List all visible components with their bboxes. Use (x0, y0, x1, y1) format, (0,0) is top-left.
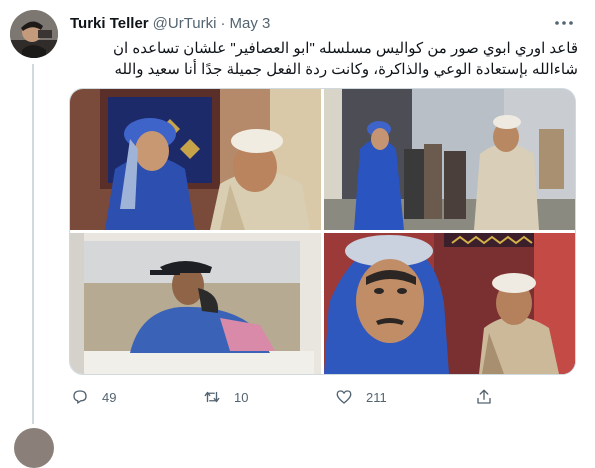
thread-connector-line (32, 64, 34, 424)
more-options-icon[interactable] (553, 13, 575, 33)
tweet-header: Turki Teller @UrTurki · May 3 (70, 12, 270, 34)
tweet-actions: 49 10 211 (64, 383, 584, 411)
media-photo-4[interactable] (324, 233, 575, 374)
reply-button[interactable]: 49 (70, 383, 116, 411)
like-button[interactable]: 211 (334, 383, 387, 411)
reply-count: 49 (102, 389, 117, 405)
reply-icon (70, 387, 90, 407)
media-photo-2[interactable] (324, 89, 575, 230)
author-handle[interactable]: @UrTurki (153, 15, 217, 32)
tweet-date[interactable]: May 3 (229, 15, 270, 32)
header-separator: · (220, 14, 226, 32)
media-photo-1[interactable] (70, 89, 321, 230)
retweet-button[interactable]: 10 (202, 383, 248, 411)
retweet-icon (202, 387, 222, 407)
retweet-count: 10 (234, 389, 249, 405)
media-grid (69, 88, 576, 375)
like-count: 211 (366, 389, 387, 405)
author-avatar[interactable] (10, 10, 58, 58)
share-button[interactable] (474, 383, 494, 411)
next-tweet-avatar[interactable] (14, 428, 54, 468)
share-icon (474, 387, 494, 407)
tweet-text: قاعد اوري ابوي صور من كواليس مسلسله "ابو… (112, 40, 578, 78)
media-photo-3[interactable] (70, 233, 321, 374)
author-name[interactable]: Turki Teller (70, 15, 149, 32)
heart-icon (334, 387, 354, 407)
